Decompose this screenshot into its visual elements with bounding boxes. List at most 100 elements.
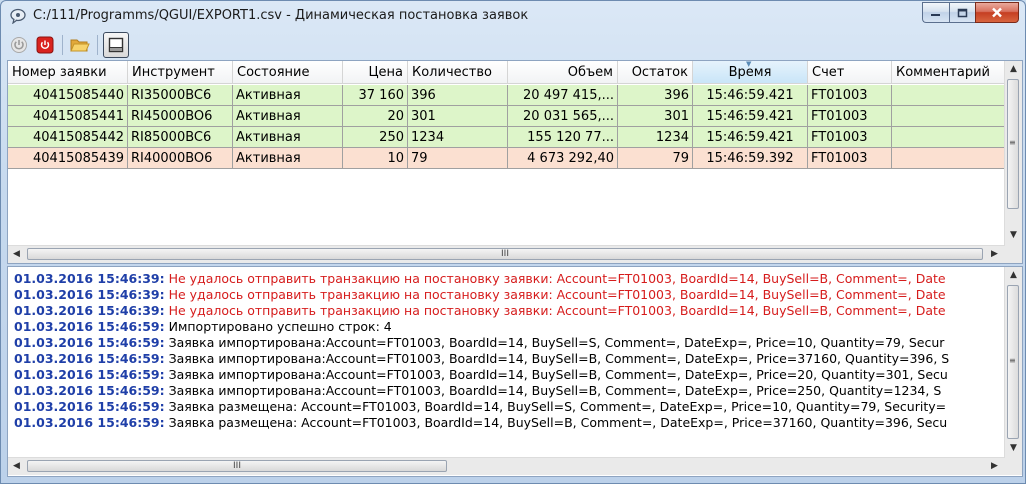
column-header[interactable]: Объем	[508, 61, 618, 84]
column-header[interactable]: Остаток	[618, 61, 693, 84]
log-horizontal-scrollbar[interactable]: ◀ III ▶	[8, 457, 1005, 475]
scroll-grip: III	[501, 249, 509, 259]
log-timestamp: 01.03.2016 15:46:39:	[14, 303, 165, 318]
table-cell-number: 40415085439	[8, 148, 128, 169]
table-cell-time: 15:46:59.421	[693, 106, 808, 127]
log-line: 01.03.2016 15:46:59: Заявка импортирован…	[14, 367, 948, 383]
scroll-thumb[interactable]: III	[27, 248, 983, 260]
table-cell-qty: 1234	[408, 127, 508, 148]
scroll-right-arrow-icon[interactable]: ▶	[986, 246, 1003, 263]
column-header-label: Номер заявки	[12, 65, 107, 80]
minimize-icon	[931, 13, 940, 16]
log-line: 01.03.2016 15:46:39: Не удалось отправит…	[14, 287, 946, 303]
log-timestamp: 01.03.2016 15:46:59:	[14, 415, 165, 430]
column-header[interactable]: Номер заявки	[8, 61, 128, 84]
table-cell-time: 15:46:59.392	[693, 148, 808, 169]
sort-arrow-icon: ▼	[746, 61, 752, 68]
table-cell-time: 15:46:59.421	[693, 127, 808, 148]
log-line: 01.03.2016 15:46:39: Не удалось отправит…	[14, 271, 946, 287]
table-cell-comment	[892, 85, 1005, 106]
column-header[interactable]: Цена	[343, 61, 408, 84]
column-header[interactable]: Состояние	[233, 61, 343, 84]
table-row[interactable]: 40415085439 RI40000BO6 Активная 10 79 4 673 2…	[8, 148, 1005, 169]
log-timestamp: 01.03.2016 15:46:59:	[14, 335, 165, 350]
scroll-up-arrow-icon[interactable]: ▲	[1005, 267, 1022, 284]
table-cell-rest: 301	[618, 106, 693, 127]
table-cell-account: FT01003	[808, 85, 892, 106]
maximize-icon	[957, 8, 967, 17]
column-header[interactable]: Счет	[808, 61, 892, 84]
log-message: Заявка импортирована:Account=FT01003, Bo…	[164, 351, 950, 366]
table-cell-state: Активная	[233, 148, 343, 169]
close-button[interactable]	[975, 2, 1019, 23]
app-window: C:/111/Programms/QGUI/EXPORT1.csv - Дина…	[0, 0, 1026, 484]
column-header-label: Количество	[412, 65, 492, 80]
table-row[interactable]: 40415085440 RI35000BC6 Активная 37 160 396 20…	[8, 85, 1005, 106]
scroll-thumb[interactable]: III	[27, 460, 447, 472]
column-header[interactable]: Инструмент	[128, 61, 233, 84]
window-view-icon	[108, 37, 124, 53]
orders-vertical-scrollbar[interactable]: ▲ ≡ ▼	[1004, 61, 1022, 245]
chat-bubble-icon	[10, 8, 26, 25]
log-line: 01.03.2016 15:46:59: Заявка размещена: A…	[14, 415, 947, 431]
table-cell-number: 40415085440	[8, 85, 128, 106]
table-cell-instrument: RI45000BO6	[128, 106, 233, 127]
table-cell-rest: 79	[618, 148, 693, 169]
table-cell-qty: 396	[408, 85, 508, 106]
scroll-left-arrow-icon[interactable]: ◀	[8, 246, 25, 263]
log-message: Заявка размещена: Account=FT01003, Board…	[164, 399, 947, 414]
table-cell-comment	[892, 106, 1005, 127]
scroll-right-arrow-icon[interactable]: ▶	[986, 458, 1003, 475]
log-line: 01.03.2016 15:46:59: Заявка импортирован…	[14, 335, 944, 351]
close-icon	[992, 7, 1002, 18]
open-file-button[interactable]	[68, 33, 92, 57]
table-cell-comment	[892, 148, 1005, 169]
column-header-label: Комментарий	[896, 65, 990, 80]
column-header-label: Счет	[812, 65, 845, 80]
scroll-thumb[interactable]: ≡	[1007, 285, 1019, 439]
title-bar[interactable]: C:/111/Programms/QGUI/EXPORT1.csv - Дина…	[1, 1, 1025, 31]
scroll-down-arrow-icon[interactable]: ▼	[1005, 440, 1022, 457]
column-header-label: Объем	[567, 65, 613, 80]
power-icon	[11, 37, 27, 53]
minimize-button[interactable]	[922, 2, 949, 23]
column-header-label: Инструмент	[132, 65, 215, 80]
log-message: Не удалось отправить транзакцию на поста…	[164, 271, 946, 286]
table-row[interactable]: 40415085441 RI45000BO6 Активная 20 301 20 031…	[8, 106, 1005, 127]
log-message: Импортировано успешно строк: 4	[164, 319, 392, 334]
log-pane: 01.03.2016 15:46:39: Не удалось отправит…	[7, 266, 1023, 477]
scroll-down-arrow-icon[interactable]: ▼	[1005, 227, 1022, 244]
table-cell-volume: 20 031 565,...	[508, 106, 618, 127]
log-line: 01.03.2016 15:46:59: Импортировано успеш…	[14, 319, 392, 335]
table-cell-price: 20	[343, 106, 408, 127]
stop-button[interactable]	[33, 33, 57, 57]
log-vertical-scrollbar[interactable]: ▲ ≡ ▼	[1004, 267, 1022, 457]
table-cell-account: FT01003	[808, 106, 892, 127]
log-message: Не удалось отправить транзакцию на поста…	[164, 303, 946, 318]
log-message: Заявка импортирована:Account=FT01003, Bo…	[164, 367, 948, 382]
scroll-up-arrow-icon[interactable]: ▲	[1005, 61, 1022, 78]
orders-horizontal-scrollbar[interactable]: ◀ III ▶	[8, 245, 1005, 263]
scroll-corner	[1005, 245, 1022, 263]
column-header-label: Остаток	[631, 65, 688, 80]
column-header[interactable]: Время ▼	[693, 61, 808, 84]
table-cell-volume: 155 120 77...	[508, 127, 618, 148]
log-line: 01.03.2016 15:46:39: Не удалось отправит…	[14, 303, 946, 319]
column-header[interactable]: Количество	[408, 61, 508, 84]
view-toggle-button[interactable]	[103, 32, 129, 58]
log-timestamp: 01.03.2016 15:46:59:	[14, 319, 165, 334]
scroll-thumb[interactable]: ≡	[1007, 79, 1019, 209]
column-header[interactable]: Комментарий	[892, 61, 1005, 84]
log-message: Не удалось отправить транзакцию на поста…	[164, 287, 946, 302]
log-message: Заявка импортирована:Account=FT01003, Bo…	[164, 335, 945, 350]
scroll-left-arrow-icon[interactable]: ◀	[8, 458, 25, 475]
table-row[interactable]: 40415085442 RI85000BC6 Активная 250 1234 155 …	[8, 127, 1005, 148]
log-timestamp: 01.03.2016 15:46:39:	[14, 271, 165, 286]
table-cell-comment	[892, 127, 1005, 148]
maximize-button[interactable]	[949, 2, 975, 23]
folder-open-icon	[70, 39, 90, 52]
toolbar	[7, 32, 129, 58]
table-cell-instrument: RI85000BC6	[128, 127, 233, 148]
log-message: Заявка импортирована:Account=FT01003, Bo…	[164, 383, 942, 398]
start-button[interactable]	[7, 33, 31, 57]
